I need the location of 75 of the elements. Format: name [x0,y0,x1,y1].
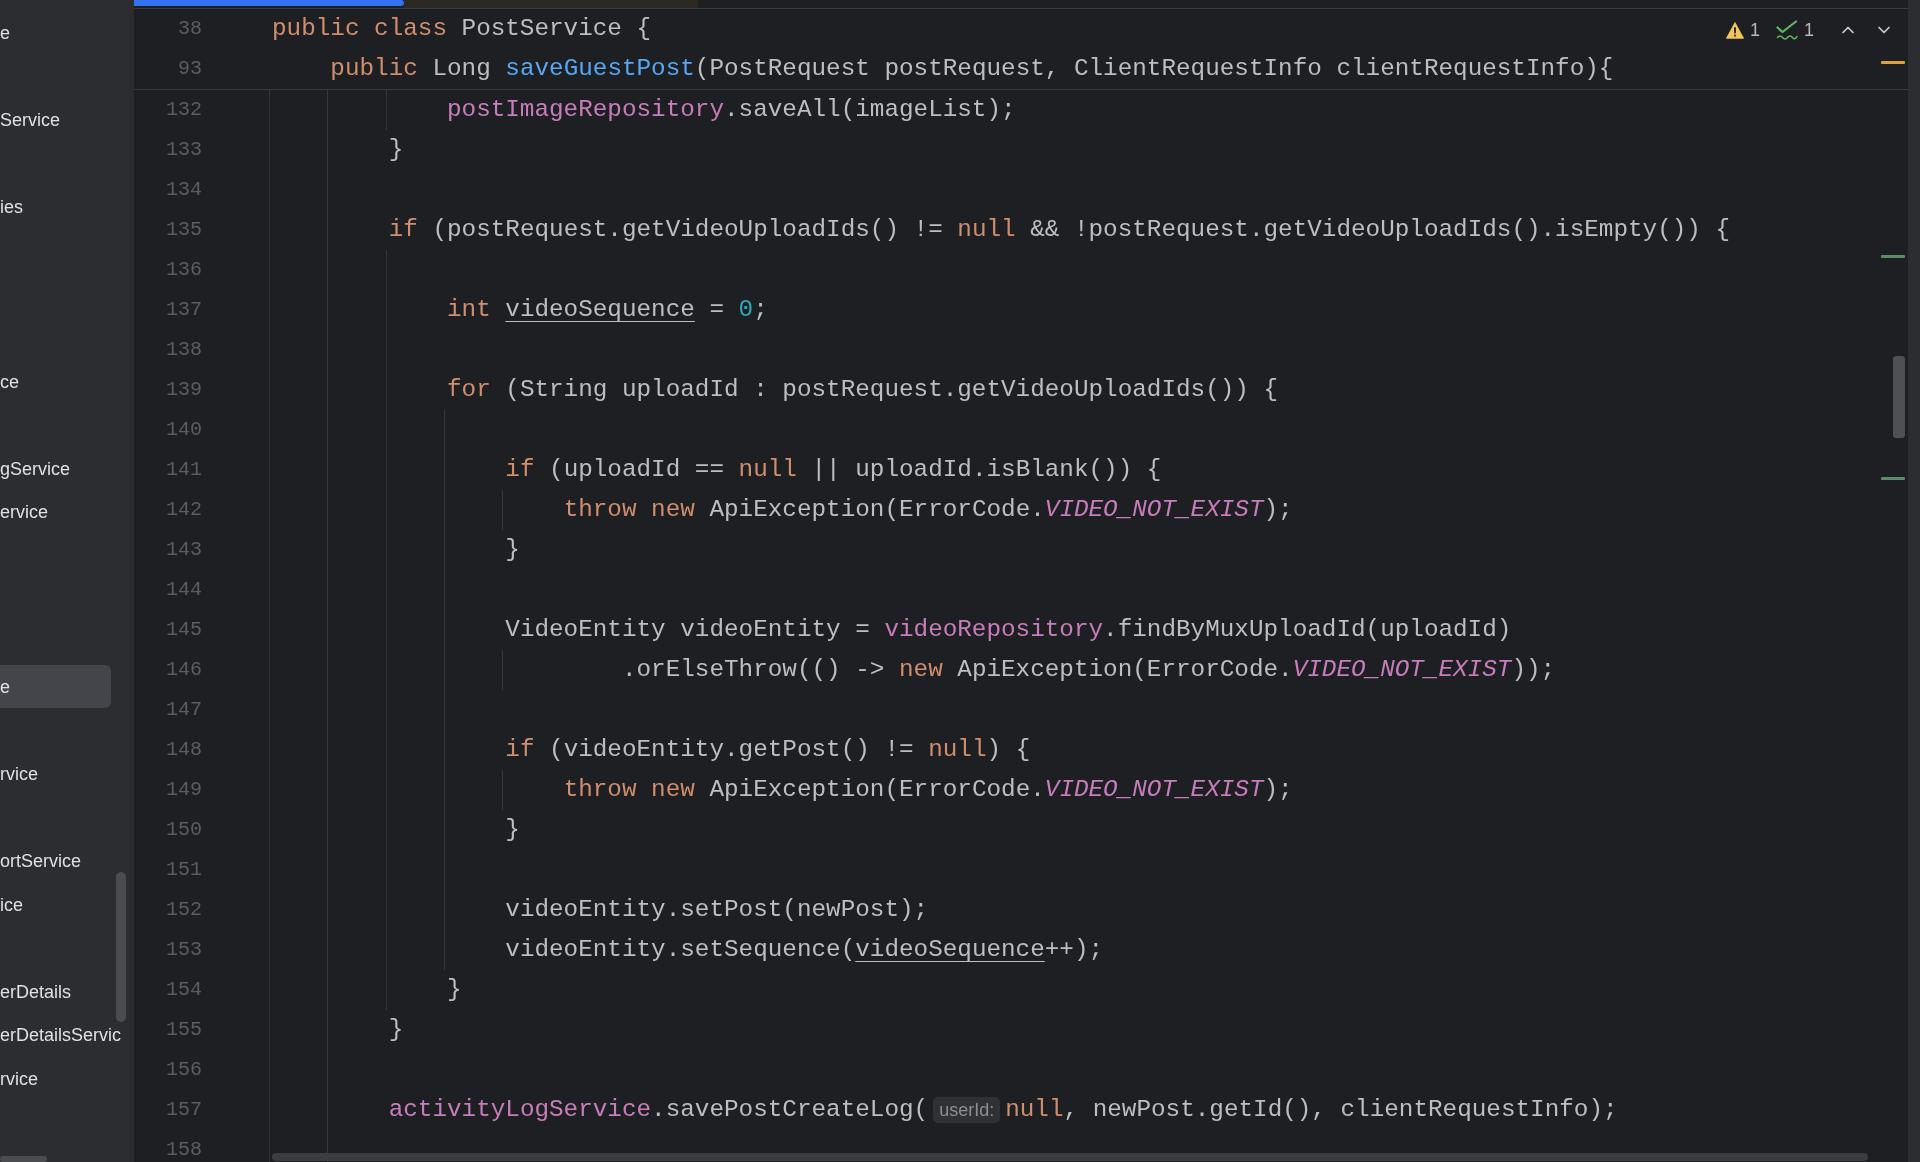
line-number: 143 [166,540,202,560]
line-number: 142 [166,500,202,520]
tree-item[interactable]: rvice [0,1068,38,1091]
tree-item[interactable]: rvice [0,762,38,785]
line-number: 141 [166,460,202,480]
line-number: 148 [166,740,202,760]
code-text: .orElseThrow(() -> new ApiException(ErrorCode.VIDEO_NOT_EXIST)); [621,656,1556,684]
tree-item[interactable]: erDetails [0,980,72,1003]
code-text: } [388,136,404,164]
code-text: } [446,976,462,1004]
line-number: 132 [166,100,202,120]
line-number: 153 [166,940,202,960]
parameter-hint: userId: [933,1097,1001,1123]
tree-item[interactable]: gService [0,457,71,480]
typos-button[interactable]: 1 [1776,19,1814,41]
line-number: 147 [166,700,202,720]
code-text: for (String uploadId : postRequest.getVideoUploadIds()) { [446,376,1279,404]
stripe-marker[interactable] [1881,61,1905,64]
code-text: null, newPost.getId(), clientRequestInfo); [1005,1096,1618,1124]
line-number: 145 [166,620,202,640]
line-number: 140 [166,420,202,440]
code-text: throw new ApiException(ErrorCode.VIDEO_NOT_EXIST); [563,776,1293,804]
line-number: 152 [166,900,202,920]
stripe-marker[interactable] [1881,255,1905,258]
line-number: 139 [166,380,202,400]
line-number: 155 [166,1020,202,1040]
tree-item[interactable]: Service [0,109,61,131]
code-text: postImageRepository.saveAll(imageList); [446,96,1016,124]
check-squiggle-icon [1776,20,1798,40]
line-number: 138 [166,340,202,360]
tree-item[interactable]: ervice [0,501,48,524]
scrollbar-thumb[interactable] [0,1156,47,1162]
code-text: public Long saveGuestPost(PostRequest postRequest, ClientRequestInfo clientRequestInfo){ [330,55,1614,83]
code-text: activityLogService.savePostCreateLog( [388,1096,929,1124]
tree-item[interactable]: ortService [0,850,82,873]
code-text: } [505,536,520,564]
line-number: 150 [166,820,202,840]
line-number: 149 [166,780,202,800]
code-text: if (videoEntity.getPost() != null) { [505,736,1031,764]
line-number: 93 [178,59,202,79]
line-number: 154 [166,980,202,1000]
tree-item[interactable]: e [0,21,10,44]
scrollbar-thumb[interactable] [116,872,126,1022]
line-number: 158 [166,1140,202,1160]
code-text: int videoSequence = 0; [446,296,768,324]
line-number: 151 [166,860,202,880]
code-text: videoEntity.setPost(newPost); [505,896,929,924]
line-number: 135 [166,220,202,240]
warnings-button[interactable]: 1 [1725,19,1760,41]
line-number: 157 [166,1100,202,1120]
line-number: 38 [178,19,202,39]
code-text: } [388,1016,404,1044]
tree-item[interactable]: ies [0,196,23,219]
line-number: 137 [166,300,202,320]
line-number: 156 [166,1060,202,1080]
tree-item[interactable]: e [0,665,111,709]
code-text: if (postRequest.getVideoUploadIds() != null && !postRequest.getVideoUploadIds().isEmpty()) { [388,216,1731,244]
code-text: if (uploadId == null || uploadId.isBlank()) { [505,456,1162,484]
line-number: 134 [166,180,202,200]
tree-item[interactable]: ice [0,893,23,916]
code-text: videoEntity.setSequence(videoSequence++); [505,936,1104,964]
stripe-marker[interactable] [1881,477,1905,480]
code-text: public class PostService { [272,15,652,43]
code-text: throw new ApiException(ErrorCode.VIDEO_NOT_EXIST); [563,496,1293,524]
scrollbar-thumb[interactable] [1893,356,1905,438]
code-text: } [505,816,520,844]
code-text: VideoEntity videoEntity = videoRepository.findByMuxUploadId(uploadId) [505,616,1512,644]
tree-item[interactable]: erDetailsServic [0,1024,122,1047]
scrollbar-thumb[interactable] [272,1153,1868,1161]
line-number: 133 [166,140,202,160]
line-number: 136 [166,260,202,280]
line-number: 146 [166,660,202,680]
tree-item[interactable]: ce [0,370,19,393]
line-number: 144 [166,580,202,600]
warning-icon [1725,21,1744,39]
